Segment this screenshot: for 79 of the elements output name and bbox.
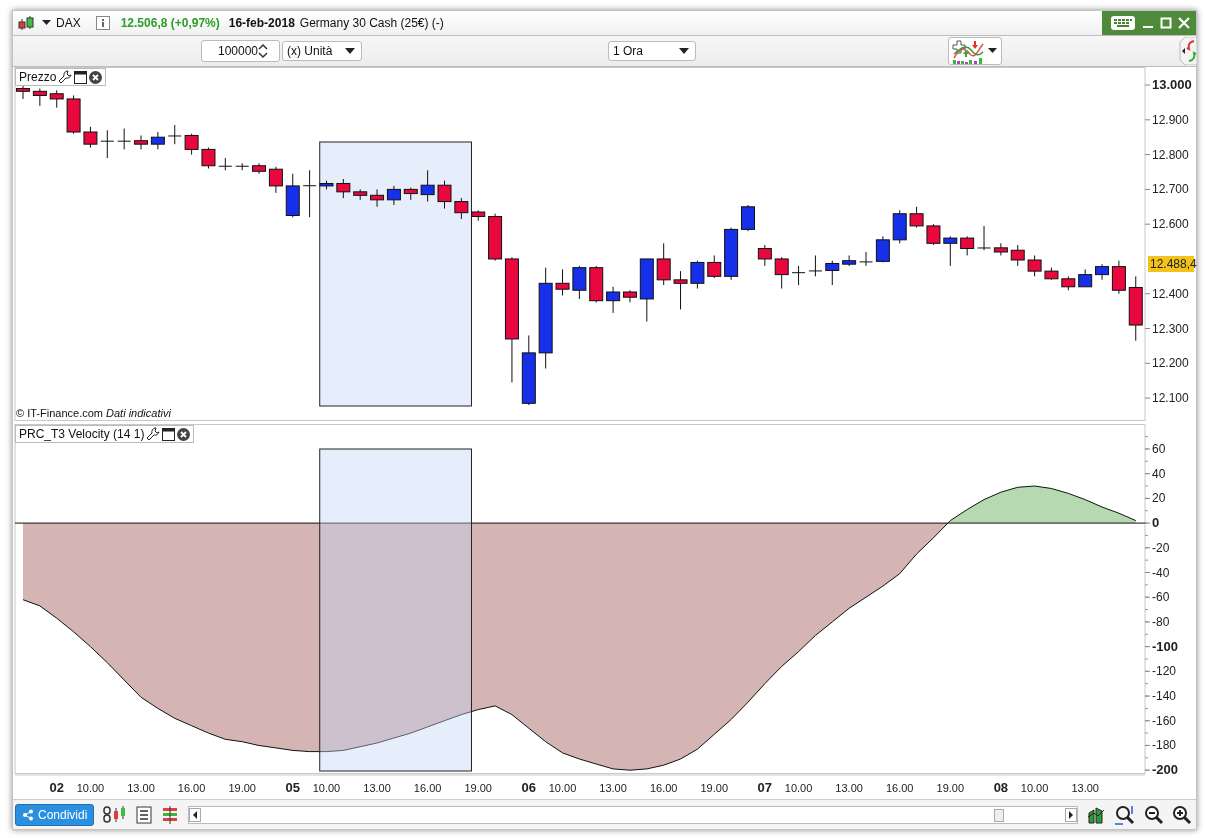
y-tick-label: -100 <box>1152 638 1179 654</box>
axis-label: 13.000 <box>1144 77 1192 93</box>
y-tick-label: -20 <box>1152 540 1170 555</box>
y-tick-label: 0 <box>1152 515 1160 531</box>
time-label: 13.00 <box>127 782 155 794</box>
y-tick-label: 12.300 <box>1152 321 1190 336</box>
time-label: 13.00 <box>835 782 863 794</box>
time-label: 10.00 <box>784 782 813 794</box>
axis-label: 12.400 <box>1144 286 1189 301</box>
timeframe-dropdown[interactable]: 1 Ora <box>608 41 696 61</box>
time-label: 02 <box>49 780 64 795</box>
y-tick-label: 12.600 <box>1152 217 1190 232</box>
y-tick-label: 12.400 <box>1152 286 1190 301</box>
time-label: 16.00 <box>177 782 206 794</box>
axis-label: 0 <box>1144 515 1160 531</box>
date-label: 16-feb-2018 <box>228 16 295 30</box>
axis-label: -200 <box>1144 762 1179 778</box>
y-tick-label: -180 <box>1152 738 1177 753</box>
panel-title: Prezzo <box>19 70 57 84</box>
time-label: 16.00 <box>649 782 678 794</box>
axis-label: 12.100 <box>1144 391 1189 406</box>
y-tick-label: -160 <box>1152 713 1177 728</box>
y-tick-label: 60 <box>1152 441 1166 456</box>
y-tick-label: -40 <box>1152 565 1170 580</box>
axis-label: 12.200 <box>1144 356 1189 371</box>
axis-label: -160 <box>1144 713 1177 728</box>
axis-label: 12.700 <box>1144 182 1189 197</box>
quantity-field[interactable]: 100000 <box>201 40 280 62</box>
unit-dropdown[interactable]: (x) Unità <box>282 41 362 61</box>
y-tick-label: 12.100 <box>1152 391 1190 406</box>
time-label: 19.00 <box>936 782 965 794</box>
y-tick-label: -140 <box>1152 689 1177 704</box>
y-tick-label: 13.000 <box>1152 77 1192 93</box>
time-label: 10.00 <box>312 782 341 794</box>
y-tick-label: 12.200 <box>1152 356 1190 371</box>
axis-label: 12.300 <box>1144 321 1189 336</box>
time-label: 08 <box>993 780 1009 795</box>
time-label: 16.00 <box>885 782 914 794</box>
y-tick-label: -80 <box>1152 614 1170 629</box>
y-tick-label: 20 <box>1152 491 1166 506</box>
axis-label: 60 <box>1144 441 1166 456</box>
time-label: 10.00 <box>76 782 105 794</box>
time-label: 06 <box>521 780 537 795</box>
axis-label: -40 <box>1144 565 1170 580</box>
time-label: 07 <box>757 780 773 795</box>
axis-label: -140 <box>1144 689 1177 704</box>
y-tick-label: 12.900 <box>1152 112 1190 127</box>
price-quote: 12.506,8 (+0,97%) <box>120 16 220 30</box>
data-credit: © IT-Finance.com Dati indicativi <box>16 407 171 419</box>
panel-title: PRC_T3 Velocity (14 1) <box>19 427 145 441</box>
time-label: 05 <box>285 780 300 795</box>
y-tick-label: 12.800 <box>1152 147 1190 162</box>
axis-label: -180 <box>1144 738 1177 753</box>
axis-label: 20 <box>1144 491 1166 506</box>
y-tick-label: -120 <box>1152 664 1177 679</box>
time-label: 10.00 <box>1020 782 1049 794</box>
symbol-label: DAX <box>56 16 81 30</box>
time-label: 13.00 <box>1071 782 1099 794</box>
time-label: 16.00 <box>413 782 442 794</box>
y-tick-label: -200 <box>1152 762 1179 778</box>
axis-label: -120 <box>1144 664 1177 679</box>
time-label: 19.00 <box>464 782 492 794</box>
time-label: 13.00 <box>599 782 627 794</box>
time-label: 19.00 <box>228 782 256 794</box>
axis-label: 40 <box>1144 466 1166 481</box>
y-tick-label: 12.700 <box>1152 182 1190 197</box>
time-label: 10.00 <box>548 782 577 794</box>
axis-label: -80 <box>1144 614 1170 629</box>
axis-label: -20 <box>1144 540 1170 555</box>
instrument-name: Germany 30 Cash (25€) (-) <box>299 16 444 30</box>
axis-label: 12.900 <box>1144 112 1189 127</box>
time-label: 19.00 <box>700 782 729 794</box>
axis-label: -100 <box>1144 638 1179 654</box>
time-label: 13.00 <box>363 782 391 794</box>
y-tick-label: 40 <box>1152 466 1166 481</box>
y-tick-label: -60 <box>1152 590 1170 605</box>
axis-label: 12.800 <box>1144 147 1189 162</box>
axis-label: 12.600 <box>1144 217 1189 232</box>
axis-label: -60 <box>1144 590 1170 605</box>
